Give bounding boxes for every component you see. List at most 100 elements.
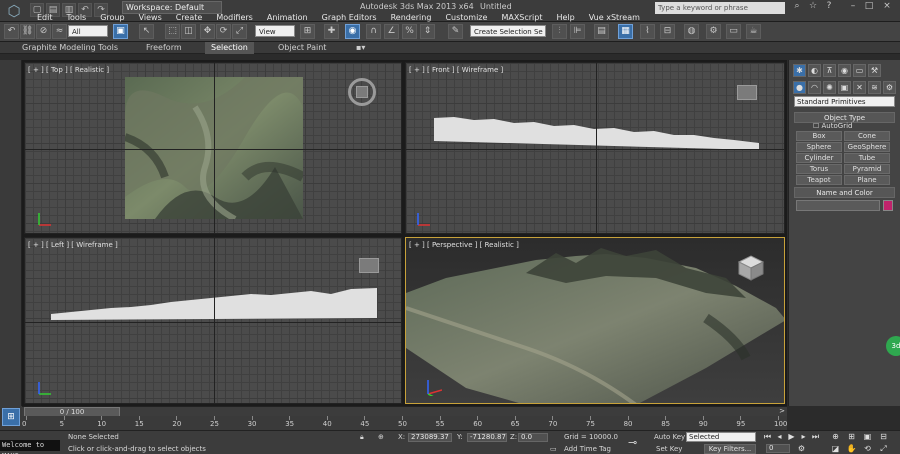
percent-snap-icon[interactable]: % [402, 24, 417, 39]
viewport-label[interactable]: [ + ] [ Front ] [ Wireframe ] [409, 66, 503, 74]
next-frame-icon[interactable]: ▸ [798, 432, 809, 442]
minimize-icon[interactable]: – [846, 1, 860, 13]
graphite-toggle-icon[interactable]: ▦ [618, 24, 633, 39]
viewport-label[interactable]: [ + ] [ Top ] [ Realistic ] [28, 66, 109, 74]
select-manipulate-icon[interactable]: ✚ [324, 24, 339, 39]
layer-manager-icon[interactable]: ▤ [594, 24, 609, 39]
motion-tab-icon[interactable]: ◉ [838, 64, 851, 77]
render-setup-icon[interactable]: ⚙ [706, 24, 721, 39]
viewport-top[interactable]: [ + ] [ Top ] [ Realistic ] [24, 62, 402, 234]
bind-space-warp-icon[interactable]: ≈ [52, 24, 67, 39]
mini-curve-editor-icon[interactable]: ⊞ [2, 408, 20, 426]
orbit-icon[interactable]: ⟲ [862, 444, 873, 454]
maximize-icon[interactable]: □ [862, 1, 876, 13]
render-production-icon[interactable]: ☕ [746, 24, 761, 39]
material-editor-icon[interactable]: ◍ [684, 24, 699, 39]
geometry-icon[interactable]: ● [793, 81, 806, 94]
play-icon[interactable]: ▶ [786, 432, 797, 442]
viewcube[interactable] [359, 258, 379, 273]
display-tab-icon[interactable]: ▭ [853, 64, 866, 77]
tab-freeform[interactable]: Freeform [140, 42, 188, 54]
time-slider-next-icon[interactable]: > [779, 407, 785, 415]
object-name-field[interactable] [796, 200, 880, 211]
angle-snap-icon[interactable]: ∠ [384, 24, 399, 39]
schematic-view-icon[interactable]: ⊟ [660, 24, 675, 39]
viewport-label[interactable]: [ + ] [ Left ] [ Wireframe ] [28, 241, 118, 249]
viewport-front[interactable]: [ + ] [ Front ] [ Wireframe ] [405, 62, 785, 234]
key-mode-dropdown[interactable]: Selected [686, 432, 756, 442]
window-crossing-icon[interactable]: ◫ [181, 24, 196, 39]
spinner-snap-icon[interactable]: ⇕ [420, 24, 435, 39]
zoom-extents-all-icon[interactable]: ⊟ [878, 432, 889, 442]
time-tag-icon[interactable]: ▭ [550, 445, 557, 453]
select-region-icon[interactable]: ⬚ [165, 24, 180, 39]
torus-button[interactable]: Torus [796, 164, 842, 174]
rotate-icon[interactable]: ⟳ [216, 24, 231, 39]
green-status-icon[interactable]: 3d [886, 336, 900, 356]
systems-icon[interactable]: ⚙ [883, 81, 896, 94]
cameras-icon[interactable]: ▣ [838, 81, 851, 94]
undo-button[interactable]: ↶ [4, 24, 19, 39]
select-cursor-icon[interactable]: ↖ [139, 24, 154, 39]
close-icon[interactable]: × [880, 1, 894, 13]
go-to-end-icon[interactable]: ⏭ [810, 432, 821, 442]
modify-tab-icon[interactable]: ◐ [808, 64, 821, 77]
link-icon[interactable]: ⛓ [20, 24, 35, 39]
box-button[interactable]: Box [796, 131, 842, 141]
auto-key-button[interactable]: Auto Key [654, 433, 685, 441]
help-icon[interactable]: ? [822, 1, 836, 13]
key-icon[interactable]: ⊸ [628, 436, 637, 449]
zoom-icon[interactable]: ⊕ [830, 432, 841, 442]
viewcube[interactable] [356, 86, 368, 98]
cone-button[interactable]: Cone [844, 131, 890, 141]
tab-graphite-modeling-tools[interactable]: Graphite Modeling Tools [16, 42, 124, 54]
selection-filter-dropdown[interactable]: All [68, 25, 108, 37]
go-to-start-icon[interactable]: ⏮ [762, 432, 773, 442]
unlink-icon[interactable]: ⊘ [36, 24, 51, 39]
reference-coord-dropdown[interactable]: View [255, 25, 295, 37]
scale-icon[interactable]: ⤢ [232, 24, 247, 39]
search-input[interactable]: Type a keyword or phrase [655, 2, 785, 14]
cylinder-button[interactable]: Cylinder [796, 153, 842, 163]
viewport-left[interactable]: [ + ] [ Left ] [ Wireframe ] [24, 237, 402, 404]
teapot-button[interactable]: Teapot [796, 175, 842, 185]
zoom-extents-icon[interactable]: ▣ [862, 432, 873, 442]
binoculars-icon[interactable]: ⌕ [790, 1, 804, 13]
previous-frame-icon[interactable]: ◂ [774, 432, 785, 442]
keyboard-shortcut-icon[interactable]: ◉ [345, 24, 360, 39]
plane-button[interactable]: Plane [844, 175, 890, 185]
lights-icon[interactable]: ✺ [823, 81, 836, 94]
pan-icon[interactable]: ✋ [846, 444, 857, 454]
maximize-viewport-icon[interactable]: ⤢ [878, 444, 889, 454]
absolute-mode-icon[interactable]: ⊕ [378, 433, 384, 441]
curve-editor-icon[interactable]: ⌇ [640, 24, 655, 39]
create-tab-icon[interactable]: ✱ [793, 64, 806, 77]
maxscript-listener[interactable]: Welcome to MAXS [0, 440, 60, 454]
space-warps-icon[interactable]: ≋ [868, 81, 881, 94]
tab-object-paint[interactable]: Object Paint [272, 42, 332, 54]
utilities-tab-icon[interactable]: ⚒ [868, 64, 881, 77]
name-color-rollout[interactable]: Name and Color [794, 187, 895, 198]
viewcube-3d-icon[interactable] [731, 252, 771, 284]
x-coordinate-field[interactable]: 273089.37 [408, 433, 452, 442]
viewcube[interactable] [737, 85, 757, 100]
viewport-perspective[interactable]: [ + ] [ Perspective ] [ Realistic ] [405, 237, 785, 404]
rendered-frame-icon[interactable]: ▭ [726, 24, 741, 39]
add-time-tag[interactable]: Add Time Tag [564, 445, 611, 453]
app-logo-icon[interactable]: ⬡ [2, 1, 26, 21]
lock-selection-icon[interactable]: 🔒︎ [360, 433, 364, 442]
ribbon-options-icon[interactable]: ▪▾ [350, 42, 371, 54]
shapes-icon[interactable]: ◠ [808, 81, 821, 94]
track-bar[interactable]: 0 5 10 15 20 25 30 35 40 45 50 55 60 65 70 75 80 85 90 95 10… [22, 416, 787, 430]
helpers-icon[interactable]: ✕ [853, 81, 866, 94]
primitive-category-dropdown[interactable]: Standard Primitives [794, 96, 895, 107]
y-coordinate-field[interactable]: -71280.87 [467, 433, 507, 442]
set-key-button[interactable]: Set Key [656, 445, 682, 453]
autogrid-checkbox[interactable]: ☐ AutoGrid [813, 122, 852, 130]
pyramid-button[interactable]: Pyramid [844, 164, 890, 174]
hierarchy-tab-icon[interactable]: ⊼ [823, 64, 836, 77]
z-coordinate-field[interactable]: 0.0 [518, 433, 548, 442]
sphere-button[interactable]: Sphere [796, 142, 842, 152]
tab-selection[interactable]: Selection [205, 42, 254, 54]
key-filters-button[interactable]: Key Filters... [704, 444, 756, 454]
